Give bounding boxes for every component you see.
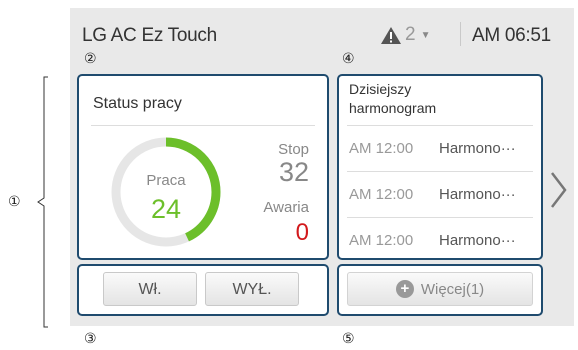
app-title: LG AC Ez Touch: [82, 25, 217, 46]
clock: AM 06:51: [472, 25, 551, 46]
callout-5: ⑤: [342, 330, 355, 346]
schedule-name: Harmono···: [439, 232, 516, 249]
header-divider: [460, 22, 461, 46]
alert-indicator[interactable]: 2 ▼: [380, 24, 430, 46]
power-on-button[interactable]: Wł.: [103, 272, 197, 306]
schedule-time: AM 12:00: [349, 140, 414, 157]
status-divider: [91, 125, 315, 126]
warning-icon: [381, 26, 401, 44]
schedule-name: Harmono···: [439, 186, 516, 203]
schedule-item[interactable]: AM 12:00 Harmono···: [347, 217, 533, 258]
alert-count: 2: [405, 24, 416, 45]
callout-3: ③: [84, 330, 97, 346]
schedule-panel: Dzisiejszy harmonogram AM 12:00 Harmono·…: [337, 74, 543, 260]
callout-1: ①: [8, 193, 21, 209]
schedule-item[interactable]: AM 12:00 Harmono···: [347, 125, 533, 172]
power-off-button[interactable]: WYŁ.: [205, 272, 299, 306]
schedule-name: Harmono···: [439, 140, 516, 157]
schedule-time: AM 12:00: [349, 232, 414, 249]
status-title: Status pracy: [93, 95, 182, 112]
schedule-time: AM 12:00: [349, 186, 414, 203]
stop-count: 32: [278, 157, 309, 187]
running-count: 24: [150, 194, 182, 224]
more-label: Więcej(1): [420, 280, 485, 298]
schedule-item[interactable]: AM 12:00 Harmono···: [347, 171, 533, 218]
schedule-title: Dzisiejszy harmonogram: [349, 81, 437, 116]
more-schedules-button[interactable]: + Więcej(1): [347, 272, 533, 306]
callout-bracket: [37, 76, 48, 328]
chevron-right-icon[interactable]: [549, 170, 569, 210]
dropdown-caret-icon: ▼: [420, 29, 431, 41]
status-ring-chart: [111, 137, 221, 247]
callout-4: ④: [342, 50, 355, 66]
operation-status-panel: Status pracy Praca 24 Stop 32 Awaria 0: [77, 74, 329, 260]
more-schedules-panel: + Więcej(1): [337, 264, 543, 316]
error-count: 0: [295, 219, 309, 246]
callout-2: ②: [84, 50, 97, 66]
error-label: Awaria: [263, 199, 309, 216]
power-controls-panel: Wł. WYŁ.: [77, 264, 329, 316]
top-bar: LG AC Ez Touch 2 ▼ AM 06:51: [70, 8, 574, 60]
plus-icon: +: [395, 280, 414, 298]
running-label: Praca: [146, 172, 186, 189]
stop-label: Stop: [278, 141, 309, 158]
